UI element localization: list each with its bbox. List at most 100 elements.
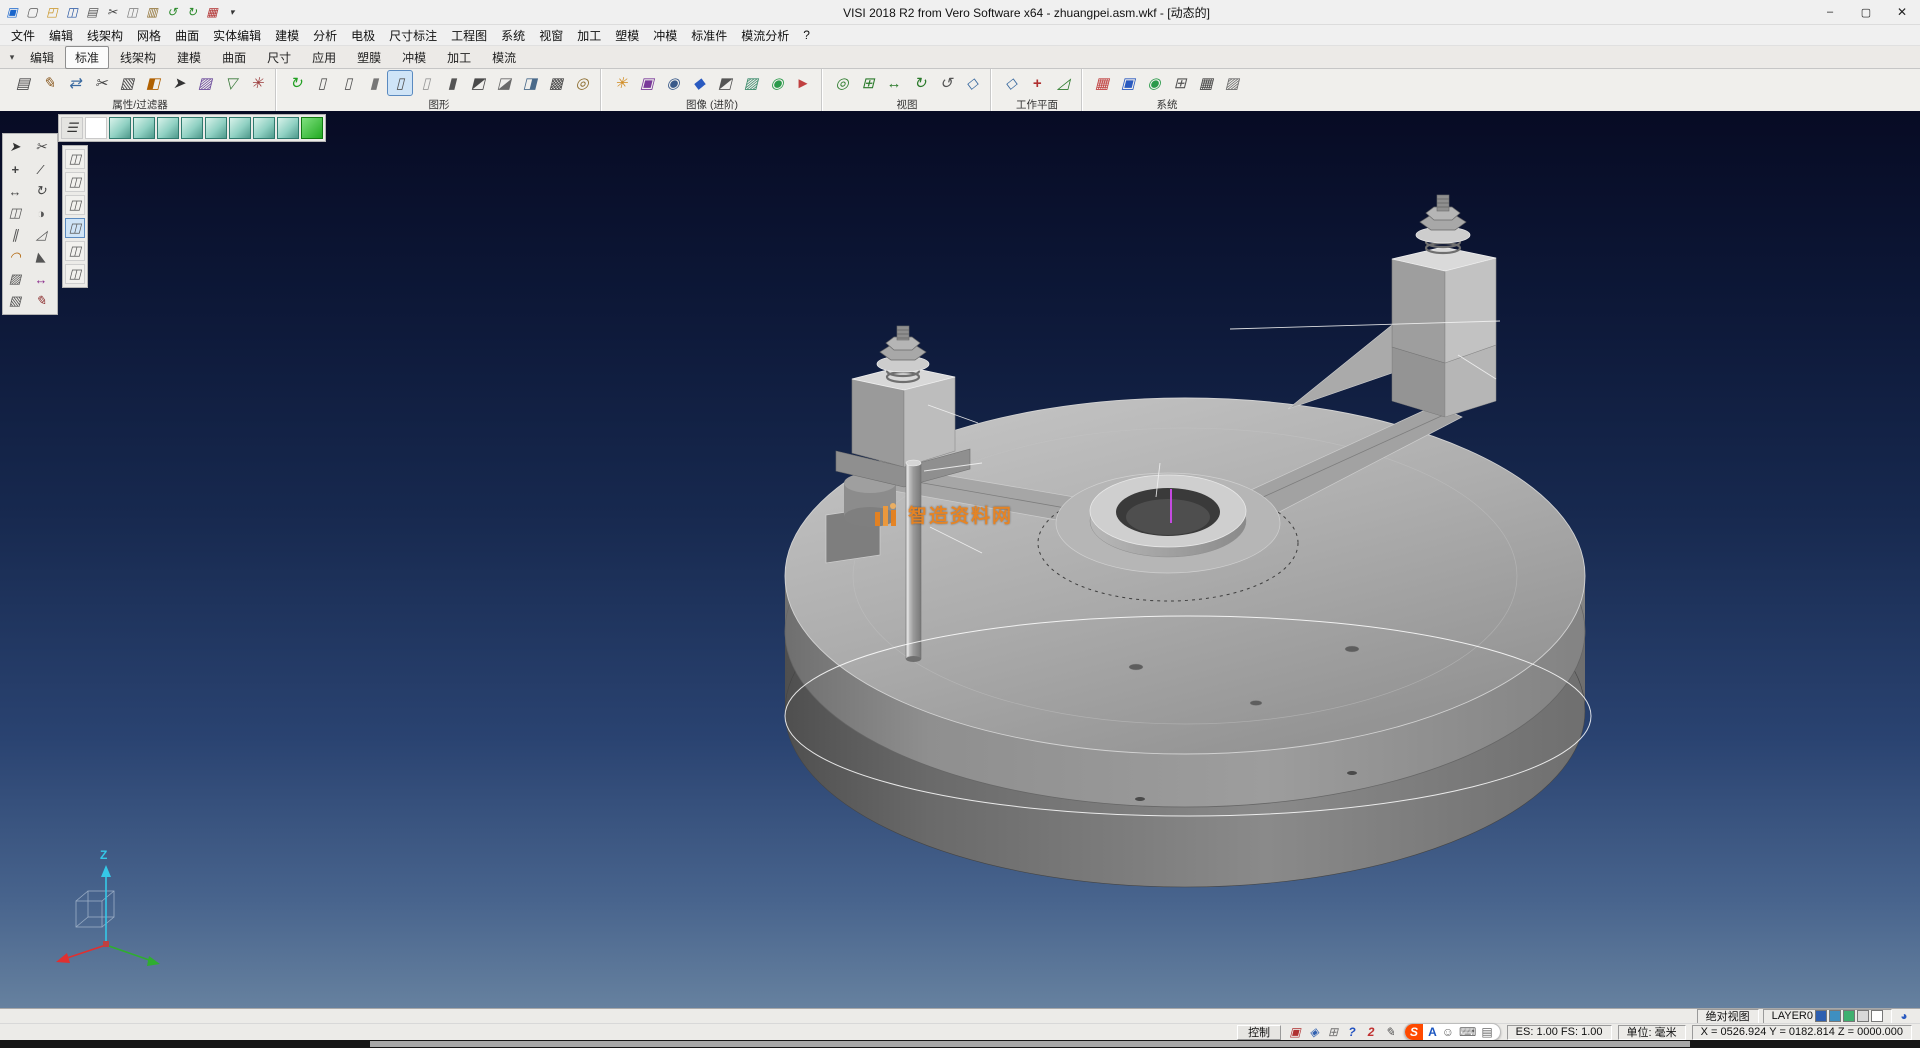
section-display-icon[interactable]: ◨ [518, 71, 542, 95]
filter-options-icon[interactable]: ✳ [245, 71, 269, 95]
pan-view-icon[interactable]: ↔ [882, 71, 906, 95]
menu-item[interactable]: 分析 [306, 25, 344, 46]
open-file-icon[interactable]: ◰ [43, 3, 61, 21]
menu-item[interactable]: 视窗 [532, 25, 570, 46]
maximize-button[interactable]: ▢ [1848, 0, 1884, 24]
ghost-display-icon[interactable]: ◪ [492, 71, 516, 95]
line-icon[interactable]: ∕ [31, 159, 51, 179]
tab[interactable]: 尺寸 [257, 46, 301, 69]
ime-mode-toggle[interactable]: A [1428, 1025, 1437, 1039]
print-icon[interactable]: ▤ [83, 3, 101, 21]
web-icon[interactable]: ◉ [1142, 71, 1166, 95]
menu-item[interactable]: 系统 [494, 25, 532, 46]
menu-item[interactable]: 文件 [4, 25, 42, 46]
grid-settings-icon[interactable]: ⊞ [1168, 71, 1192, 95]
menu-item[interactable]: 加工 [570, 25, 608, 46]
environment-icon[interactable]: ◉ [765, 71, 789, 95]
zoom-fit-icon[interactable]: ◎ [830, 71, 854, 95]
help-icon[interactable]: ? [1344, 1024, 1360, 1040]
filter-layer-icon[interactable]: ▧ [115, 71, 139, 95]
layer-color-chip[interactable] [1815, 1010, 1827, 1022]
dynamic-view-icon[interactable]: ◇ [960, 71, 984, 95]
shading-hidden-line-icon[interactable]: ▯ [414, 71, 438, 95]
menu-item[interactable]: 塑模 [608, 25, 646, 46]
snap-settings-icon[interactable]: ◈ [1306, 1024, 1322, 1040]
keyboard-icon[interactable]: ⌨ [1459, 1025, 1476, 1039]
workplane-view-icon[interactable]: ◫ [65, 241, 85, 261]
color-palette-icon[interactable]: ▦ [1090, 71, 1114, 95]
layer-color-chip[interactable] [1857, 1010, 1869, 1022]
hatch-icon[interactable]: ▨ [5, 269, 25, 289]
layer-icon[interactable]: ▧ [5, 291, 25, 311]
filter-funnel-icon[interactable]: ▽ [219, 71, 243, 95]
offset-icon[interactable]: ∥ [5, 225, 25, 245]
point-icon[interactable]: + [5, 159, 25, 179]
tab-dropdown-icon[interactable]: ▾ [4, 52, 20, 63]
new-file-icon[interactable]: ▢ [23, 3, 41, 21]
display-settings-icon[interactable]: ▣ [1116, 71, 1140, 95]
count-badge[interactable]: 2 [1363, 1024, 1379, 1040]
tab[interactable]: 模流 [482, 46, 526, 69]
close-button[interactable]: ✕ [1884, 0, 1920, 24]
chain-select-icon[interactable]: ⇄ [63, 71, 87, 95]
move-icon[interactable]: ↔ [5, 181, 25, 201]
previous-view-icon[interactable]: ↺ [934, 71, 958, 95]
paint-icon[interactable]: ✎ [31, 291, 51, 311]
ime-toolbox-icon[interactable]: ▤ [1481, 1025, 1492, 1039]
menu-item[interactable]: 线架构 [80, 25, 130, 46]
workplane-custom-icon[interactable]: ◫ [65, 264, 85, 284]
horizontal-scrollbar-thumb[interactable] [370, 1041, 1690, 1047]
dynamic-rotate-view-icon[interactable] [277, 117, 299, 139]
texture-display-icon[interactable]: ▩ [544, 71, 568, 95]
undo-icon[interactable]: ↺ [163, 3, 181, 21]
tab[interactable]: 标准 [65, 46, 109, 69]
snap-display-icon[interactable]: ◎ [570, 71, 594, 95]
smiley-icon[interactable]: ☺ [1442, 1025, 1454, 1039]
workplane-xy-icon[interactable]: ◫ [65, 149, 85, 169]
cad-model[interactable] [0, 111, 1920, 1008]
render-progress-icon[interactable]: ◕ [1896, 1008, 1912, 1024]
tab[interactable]: 线架构 [110, 46, 166, 69]
isometric-grid-icon[interactable]: ▨ [1220, 71, 1244, 95]
trim-icon[interactable]: ✂ [89, 71, 113, 95]
regen-icon[interactable]: ↻ [284, 71, 308, 95]
select-arrow-icon[interactable]: ➤ [5, 137, 25, 157]
viewport-3d[interactable]: 智造资料网 ☰ ➤✂+∕↔↻◫◑∥◿◠◣▨↔▧✎ ◫◫◫◫◫◫ Z [0, 111, 1920, 1008]
menu-item[interactable]: ? [796, 26, 817, 44]
scale-icon[interactable]: ◿ [31, 225, 51, 245]
menu-item[interactable]: 模流分析 [734, 25, 796, 46]
material-icon[interactable]: ▣ [635, 71, 659, 95]
mirror-icon[interactable]: ◑ [31, 203, 51, 223]
rotate-icon[interactable]: ↻ [31, 181, 51, 201]
paste-icon[interactable]: ▥ [143, 3, 161, 21]
shaded-view-icon[interactable] [301, 117, 323, 139]
cut-icon[interactable]: ✂ [103, 3, 121, 21]
menu-item[interactable]: 建模 [268, 25, 306, 46]
bottom-view-icon[interactable] [253, 117, 275, 139]
chart-icon[interactable]: ▦ [203, 3, 221, 21]
menu-item[interactable]: 电极 [344, 25, 382, 46]
tab[interactable]: 建模 [167, 46, 211, 69]
chamfer-icon[interactable]: ◣ [31, 247, 51, 267]
model-guide-pin[interactable] [906, 460, 921, 662]
select-arrow-icon[interactable]: ➤ [167, 71, 191, 95]
menu-item[interactable]: 网格 [130, 25, 168, 46]
rotate-view-icon[interactable]: ↻ [908, 71, 932, 95]
menu-item[interactable]: 曲面 [168, 25, 206, 46]
light-icon[interactable]: ✳ [609, 71, 633, 95]
menu-item[interactable]: 工程图 [444, 25, 494, 46]
qat-dropdown-icon[interactable]: ▾ [223, 3, 241, 21]
control-button[interactable]: 控制 [1237, 1025, 1281, 1040]
menu-item[interactable]: 标准件 [684, 25, 734, 46]
zoom-window-icon[interactable]: ⊞ [856, 71, 880, 95]
shading-wireframe-icon[interactable]: ▯ [388, 71, 412, 95]
view-menu-icon[interactable]: ☰ [61, 117, 83, 139]
copy-icon[interactable]: ◫ [123, 3, 141, 21]
animation-icon[interactable]: ► [791, 71, 815, 95]
tab[interactable]: 编辑 [20, 46, 64, 69]
render-icon[interactable]: ◆ [687, 71, 711, 95]
back-view-icon[interactable] [229, 117, 251, 139]
solid-display-icon[interactable]: ◩ [466, 71, 490, 95]
shading-mixed-icon[interactable]: ▮ [440, 71, 464, 95]
trim-icon[interactable]: ✂ [31, 137, 51, 157]
